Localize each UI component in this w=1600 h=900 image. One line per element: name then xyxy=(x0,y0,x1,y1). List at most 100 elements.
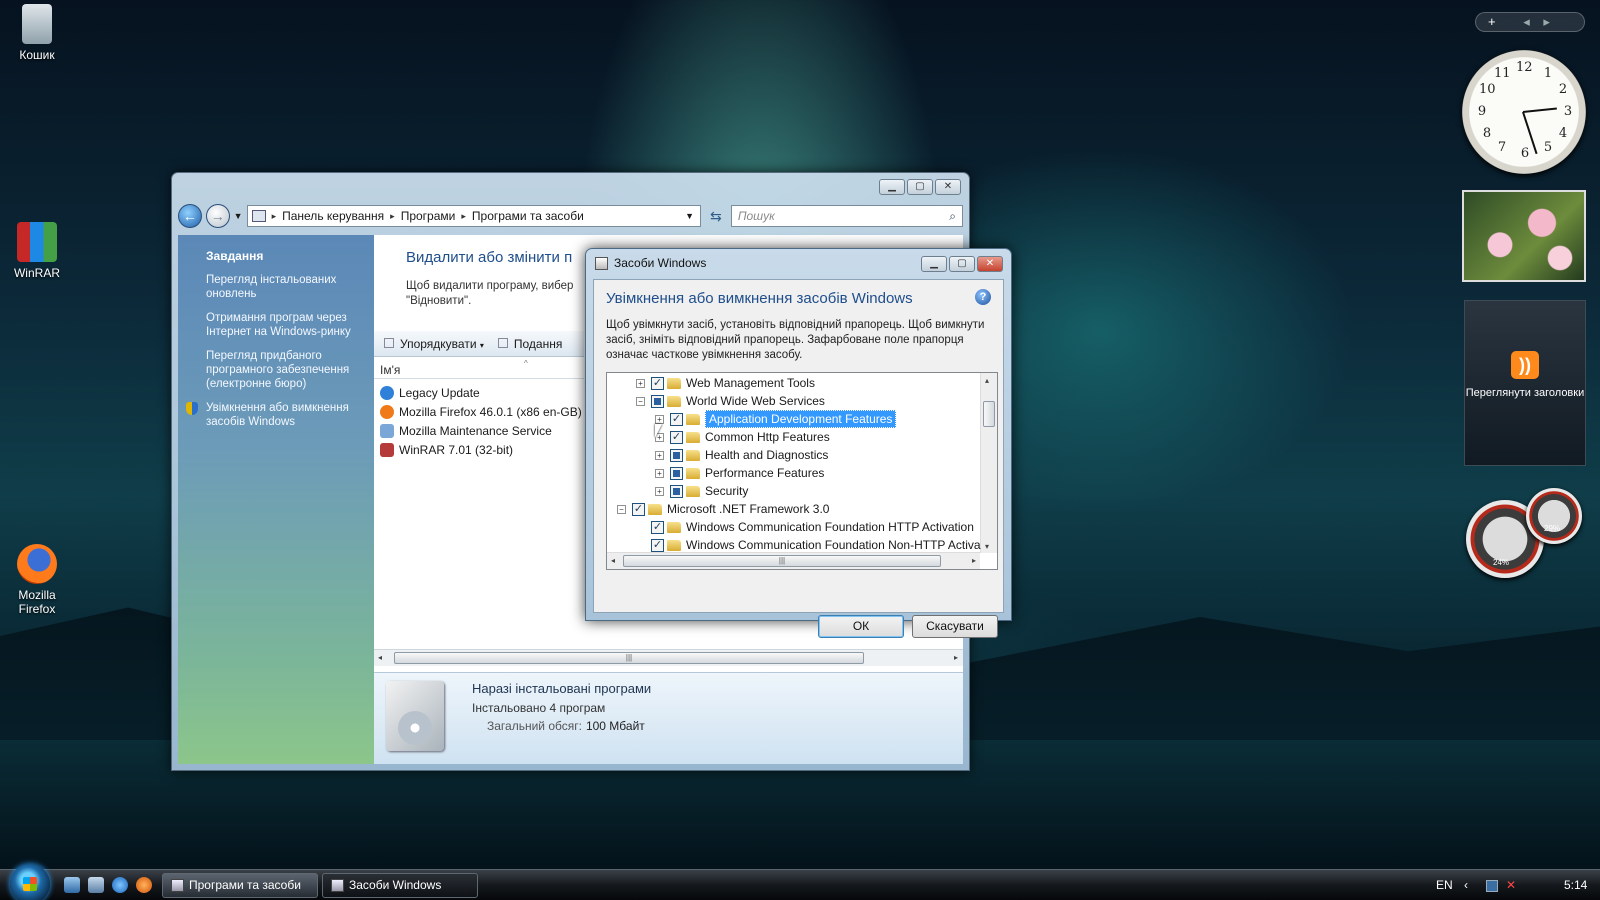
tree-scroll-right-icon[interactable]: ▸ xyxy=(972,556,976,565)
tree-item[interactable]: + ✓ Web Management Tools xyxy=(636,374,815,392)
expand-icon[interactable]: + xyxy=(636,378,645,388)
windows-features-dialog[interactable]: Засоби Windows ▁ ▢ ✕ Увімкнення або вимк… xyxy=(585,248,1012,638)
tree-item[interactable]: + Security xyxy=(655,482,748,500)
feature-checkbox[interactable] xyxy=(670,448,683,462)
expand-icon[interactable]: + xyxy=(655,414,664,424)
scroll-down-icon[interactable]: ▾ xyxy=(985,542,989,551)
scroll-up-icon[interactable]: ▴ xyxy=(985,376,989,385)
desktop-icon-firefox[interactable]: Mozilla Firefox xyxy=(0,544,74,616)
tree-scroll-left-icon[interactable]: ◂ xyxy=(611,556,615,565)
address-bar[interactable]: ▸ Панель керування ▸ Програми ▸ Програми… xyxy=(246,205,701,227)
slideshow-gadget[interactable] xyxy=(1462,190,1586,282)
scroll-left-icon[interactable]: ◂ xyxy=(378,653,382,662)
maximize-button[interactable]: ▢ xyxy=(907,179,933,195)
feature-checkbox[interactable] xyxy=(670,484,683,498)
help-icon[interactable]: ? xyxy=(975,289,991,305)
tree-item[interactable]: − ✓ Microsoft .NET Framework 3.0 xyxy=(617,500,829,518)
tree-vscroll-thumb[interactable] xyxy=(983,401,995,427)
tree-item[interactable]: ✓ Windows Communication Foundation Non-HT… xyxy=(636,536,981,554)
desktop-icon-winrar[interactable]: WinRAR xyxy=(0,222,74,280)
tree-item[interactable]: ✓ Windows Communication Foundation HTTP A… xyxy=(636,518,974,536)
back-button[interactable]: ← xyxy=(178,204,202,228)
recent-pages-dropdown[interactable]: ▼ xyxy=(234,211,243,221)
feature-checkbox[interactable]: ✓ xyxy=(670,430,683,444)
breadcrumb-programs-features[interactable]: Програми та засоби xyxy=(472,209,584,223)
scrollbar-thumb[interactable]: ||| xyxy=(394,652,864,664)
dialog-heading: Увімкнення або вимкнення засобів Windows xyxy=(606,290,913,307)
feature-checkbox[interactable]: ✓ xyxy=(651,376,664,390)
task-view-purchased-software[interactable]: Перегляд придбаного програмного забезпеч… xyxy=(206,349,360,391)
expand-icon[interactable]: + xyxy=(655,468,664,478)
feature-checkbox[interactable] xyxy=(651,394,664,408)
page-description: Щоб видалити програму, вибер "Відновити"… xyxy=(406,280,574,307)
features-tree[interactable]: ▴ ▾ ◂ ||| ▸ + ✓ Web Management Tools − World… xyxy=(606,372,998,570)
tree-item[interactable]: − World Wide Web Services xyxy=(636,392,825,410)
close-button[interactable]: ✕ xyxy=(935,179,961,195)
switch-windows-icon[interactable] xyxy=(88,877,104,893)
internet-explorer-icon[interactable] xyxy=(112,877,128,893)
dialog-maximize-button[interactable]: ▢ xyxy=(949,256,975,272)
breadcrumb-control-panel[interactable]: Панель керування xyxy=(282,209,384,223)
breadcrumb-programs[interactable]: Програми xyxy=(401,209,456,223)
language-indicator[interactable]: EN xyxy=(1436,878,1453,892)
taskbar-button-windows-features[interactable]: Засоби Windows xyxy=(322,873,478,898)
start-button[interactable] xyxy=(10,864,50,900)
refresh-icon[interactable]: ⇆ xyxy=(705,205,727,227)
task-view-updates[interactable]: Перегляд інстальованих оновлень xyxy=(206,273,360,301)
clock-gadget[interactable]: 12 3 6 9 1 2 4 5 7 8 10 11 xyxy=(1462,50,1586,174)
dialog-close-button[interactable]: ✕ xyxy=(977,256,1003,272)
feature-checkbox[interactable]: ✓ xyxy=(632,502,645,516)
firefox-quicklaunch-icon[interactable] xyxy=(136,877,152,893)
collapse-icon[interactable]: − xyxy=(636,396,645,406)
tray-expand-icon[interactable]: ‹ xyxy=(1464,878,1468,892)
memory-meter-gadget[interactable]: 29% xyxy=(1526,488,1582,544)
minimize-button[interactable]: ▁ xyxy=(879,179,905,195)
task-get-programs-online[interactable]: Отримання програм через Інтернет на Wind… xyxy=(206,311,360,339)
list-item[interactable]: Mozilla Maintenance Service xyxy=(380,421,590,440)
tree-item[interactable]: + ✓ Application Development Features xyxy=(655,410,897,428)
sidebar-forward-icon[interactable]: ▸ xyxy=(1543,14,1550,29)
task-turn-windows-features[interactable]: Увімкнення або вимкнення засобів Windows xyxy=(186,401,360,429)
sidebar-back-icon[interactable]: ◂ xyxy=(1523,14,1530,29)
collapse-icon[interactable]: − xyxy=(617,504,626,514)
dialog-minimize-button[interactable]: ▁ xyxy=(921,256,947,272)
search-input[interactable]: Пошук ⌕ xyxy=(730,205,964,227)
address-dropdown-icon[interactable]: ▼ xyxy=(685,211,694,221)
volume-muted-icon[interactable]: ✕ xyxy=(1506,878,1516,892)
list-item[interactable]: WinRAR 7.01 (32-bit) xyxy=(380,440,590,459)
feature-checkbox[interactable]: ✓ xyxy=(670,412,683,426)
views-button[interactable]: Подання xyxy=(497,337,562,351)
feed-headlines-gadget[interactable]: )) Переглянути заголовки xyxy=(1464,300,1586,466)
taskbar-button-programs-features[interactable]: Програми та засоби xyxy=(162,873,318,898)
search-icon[interactable]: ⌕ xyxy=(949,206,956,226)
horizontal-scrollbar[interactable]: ◂ ||| ▸ xyxy=(374,649,963,666)
feature-checkbox[interactable]: ✓ xyxy=(651,520,664,534)
clock-hour-hand xyxy=(1522,107,1557,113)
expand-icon[interactable]: + xyxy=(655,486,664,496)
folder-icon xyxy=(686,485,700,497)
list-item[interactable]: Mozilla Firefox 46.0.1 (x86 en-GB) xyxy=(380,402,590,421)
network-icon[interactable] xyxy=(1486,880,1498,892)
add-gadget-icon[interactable]: + xyxy=(1488,14,1496,29)
ok-button[interactable]: ОК xyxy=(818,615,904,638)
feature-checkbox[interactable] xyxy=(670,466,683,480)
tree-item[interactable]: + Performance Features xyxy=(655,464,824,482)
tree-item[interactable]: + ✓ Common Http Features xyxy=(655,428,830,446)
column-header-name[interactable]: Ім'я ^ xyxy=(374,359,584,379)
show-desktop-icon[interactable] xyxy=(64,877,80,893)
cancel-button[interactable]: Скасувати xyxy=(912,615,998,638)
tree-hscroll-thumb[interactable]: ||| xyxy=(623,555,941,567)
tree-item-label: Common Http Features xyxy=(705,430,830,444)
tree-item[interactable]: + Health and Diagnostics xyxy=(655,446,828,464)
tree-vertical-scrollbar[interactable]: ▴ ▾ xyxy=(980,373,997,553)
feature-checkbox[interactable]: ✓ xyxy=(651,538,664,552)
expand-icon[interactable]: + xyxy=(655,450,664,460)
forward-button[interactable]: → xyxy=(205,204,230,228)
tree-horizontal-scrollbar[interactable]: ◂ ||| ▸ xyxy=(607,552,980,569)
desktop-icon-recycle-bin[interactable]: Кошик xyxy=(0,4,74,62)
sidebar-gadget-bar[interactable]: + ◂ ▸ xyxy=(1475,12,1585,32)
list-item[interactable]: Legacy Update xyxy=(380,383,590,402)
organize-button[interactable]: Упорядкувати ▾ xyxy=(384,337,484,351)
clock-time[interactable]: 5:14 xyxy=(1564,878,1587,892)
scroll-right-icon[interactable]: ▸ xyxy=(954,653,958,662)
